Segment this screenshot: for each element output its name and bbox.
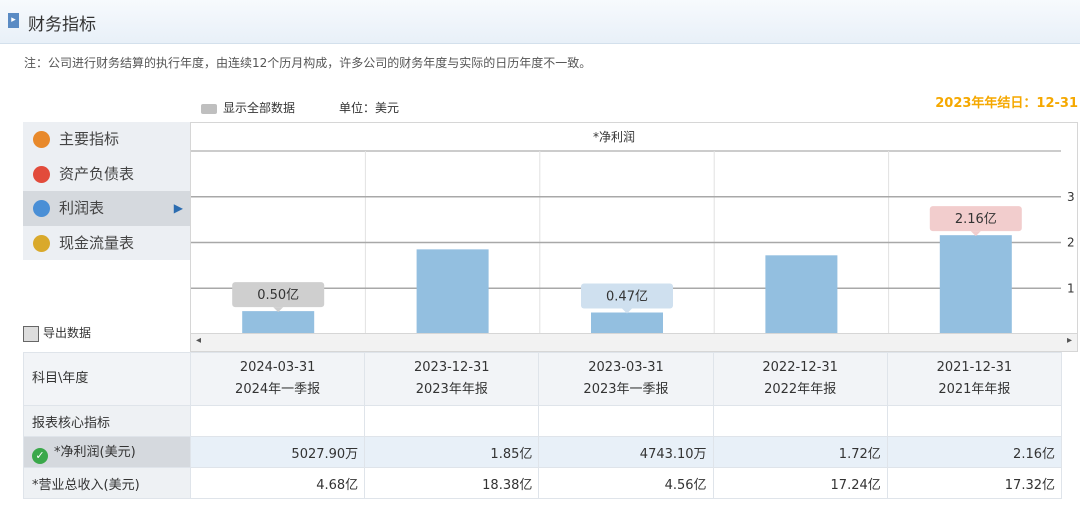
y-tick-label: 3 <box>1067 190 1075 204</box>
bar <box>242 311 315 334</box>
fiscal-year-note: 注：公司进行财务结算的执行年度，由连续12个历月构成，许多公司的财务年度与实际的… <box>24 56 592 70</box>
row-label: *营业总收入(美元) <box>23 467 191 499</box>
page-title: 财务指标 <box>28 15 96 35</box>
column-header: 2022-12-31 2022年年报 <box>712 352 888 406</box>
menu-item-label: 资产负债表 <box>59 164 135 183</box>
column-date: 2023-12-31 <box>414 360 490 375</box>
column-header: 2021-12-31 2021年年报 <box>886 352 1063 406</box>
statement-menu: 主要指标 资产负债表 利润表 ▶ 现金流量表 <box>23 122 190 260</box>
column-date: 2023-03-31 <box>588 360 664 375</box>
section-label: 报表核心指标 <box>23 405 191 437</box>
y-tick-label: 2 <box>1067 236 1075 250</box>
bar <box>416 249 489 334</box>
table-row[interactable]: ✓ *净利润(美元) 5027.90万 1.85亿 4743.10万 1.72亿 … <box>23 436 1063 468</box>
scroll-right-icon[interactable]: ▸ <box>1067 335 1072 346</box>
column-period: 2022年年报 <box>764 382 837 397</box>
section-row: 报表核心指标 <box>23 405 1063 437</box>
menu-item-main-indicators[interactable]: 主要指标 <box>23 122 190 157</box>
export-label: 导出数据 <box>43 326 92 340</box>
chart-title: *净利润 <box>593 130 635 144</box>
export-data-button[interactable]: 导出数据 <box>23 324 91 342</box>
column-period: 2021年年报 <box>938 382 1011 397</box>
export-icon <box>23 325 39 342</box>
column-header: 2023-12-31 2023年年报 <box>364 352 540 406</box>
table-cell: 17.24亿 <box>712 467 888 499</box>
menu-item-balance-sheet[interactable]: 资产负债表 <box>23 156 190 191</box>
data-label: 2.16亿 <box>955 212 997 227</box>
chart-svg: *净利润 1 2 3 0.50亿 0.47亿 2.16亿 <box>191 130 1075 334</box>
column-date: 2024-03-31 <box>239 360 316 375</box>
chart-scrollbar[interactable]: ◂ ▸ <box>190 333 1078 352</box>
toggle-icon[interactable] <box>201 103 217 114</box>
table-cell: 1.72亿 <box>712 436 888 468</box>
empty-cell <box>364 405 540 437</box>
bar <box>591 312 663 334</box>
data-label: 0.47亿 <box>606 289 648 304</box>
empty-cell <box>189 405 366 437</box>
active-arrow-icon: ▶ <box>173 201 183 215</box>
show-all-label: 显示全部数据 <box>223 101 296 115</box>
table-cell: 5027.90万 <box>189 436 366 468</box>
table-cell: 17.32亿 <box>886 467 1063 499</box>
table-cell: 4.56亿 <box>538 467 714 499</box>
column-header: 2024-03-31 2024年一季报 <box>189 352 366 406</box>
document-icon <box>33 165 50 183</box>
table-cell: 4.68亿 <box>189 467 366 499</box>
menu-item-label: 现金流量表 <box>59 233 135 252</box>
table-cell: 4743.10万 <box>538 436 714 468</box>
y-tick-label: 1 <box>1067 281 1075 295</box>
check-icon: ✓ <box>32 447 48 464</box>
menu-item-cash-flow[interactable]: 现金流量表 <box>23 225 190 260</box>
pie-chart-icon <box>33 200 50 217</box>
row-label: ✓ *净利润(美元) <box>23 436 191 468</box>
column-period: 2023年一季报 <box>583 382 669 397</box>
menu-item-label: 主要指标 <box>59 130 120 148</box>
column-header: 2023-03-31 2023年一季报 <box>538 352 714 406</box>
coins-icon <box>33 234 50 252</box>
bar <box>939 235 1012 334</box>
column-period: 2024年一季报 <box>235 382 321 397</box>
table-cell: 1.85亿 <box>364 436 540 468</box>
gear-icon <box>33 131 50 148</box>
column-date: 2021-12-31 <box>936 360 1013 375</box>
table-header-label: 科目\年度 <box>23 352 191 406</box>
menu-item-label: 利润表 <box>59 199 105 217</box>
column-period: 2023年年报 <box>415 382 488 397</box>
show-all-data-toggle[interactable]: 显示全部数据 <box>201 99 295 116</box>
menu-item-income-statement[interactable]: 利润表 ▶ <box>23 191 190 226</box>
empty-cell <box>712 405 888 437</box>
data-label: 0.50亿 <box>257 288 299 303</box>
financial-table: 科目\年度 2024-03-31 2024年一季报 2023-12-31 2023年… <box>23 352 1063 499</box>
table-cell: 2.16亿 <box>886 436 1063 468</box>
year-end-label: 2023年年结日：12-31 <box>935 96 1078 111</box>
section-marker-icon: ▸ <box>8 13 19 28</box>
unit-label: 单位：美元 <box>339 101 400 115</box>
scroll-left-icon[interactable]: ◂ <box>196 335 201 346</box>
page-header: ▸ 财务指标 <box>0 0 1080 44</box>
bar <box>765 255 838 334</box>
net-profit-chart: *净利润 1 2 3 0.50亿 0.47亿 2.16亿 <box>190 122 1078 352</box>
empty-cell <box>538 405 714 437</box>
table-cell: 18.38亿 <box>364 467 540 499</box>
column-date: 2022-12-31 <box>762 360 838 375</box>
row-label-text: *净利润(美元) <box>54 444 136 460</box>
table-row[interactable]: *营业总收入(美元) 4.68亿 18.38亿 4.56亿 17.24亿 17.… <box>23 467 1063 499</box>
table-header-row: 科目\年度 2024-03-31 2024年一季报 2023-12-31 2023年… <box>23 352 1063 406</box>
empty-cell <box>886 405 1063 437</box>
